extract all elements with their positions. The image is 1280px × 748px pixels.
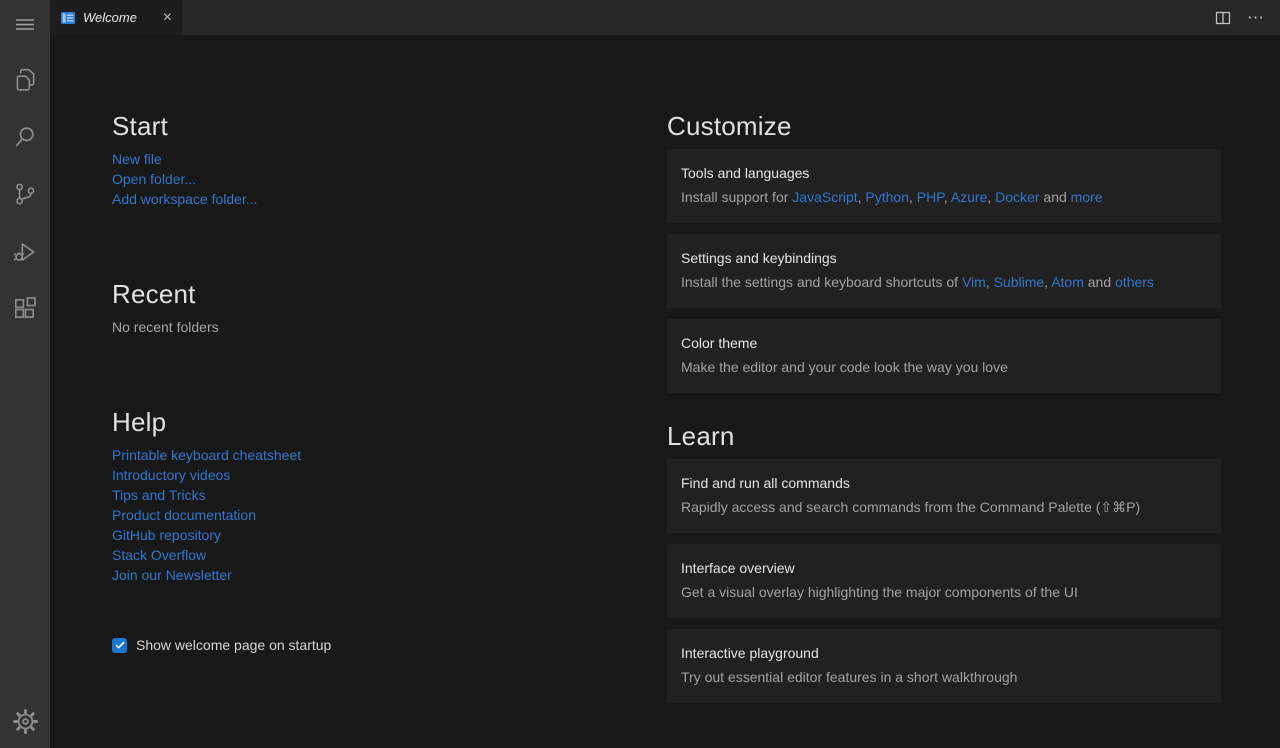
checkbox-checked-icon[interactable]	[112, 638, 127, 653]
source-control-icon	[12, 181, 38, 207]
welcome-right-column: Customize Tools and languages Install su…	[667, 111, 1221, 748]
tab-bar: Welcome × ⋯	[50, 0, 1280, 35]
card-description: Rapidly access and search commands from …	[681, 498, 1205, 516]
sidebar-item-extensions[interactable]	[0, 285, 50, 333]
recent-heading: Recent	[112, 279, 605, 309]
link-product-documentation[interactable]: Product documentation	[112, 505, 256, 525]
menu-icon	[13, 12, 37, 36]
welcome-page: Start New file Open folder... Add worksp…	[50, 35, 1280, 748]
card-title: Interface overview	[681, 559, 1205, 577]
menu-button[interactable]	[0, 0, 50, 48]
files-icon	[12, 67, 38, 93]
help-heading: Help	[112, 407, 605, 437]
learn-section: Learn Find and run all commands Rapidly …	[667, 421, 1221, 703]
welcome-left-column: Start New file Open folder... Add worksp…	[112, 111, 605, 748]
tab-title: Welcome	[83, 10, 137, 25]
card-description: Install the settings and keyboard shortc…	[681, 273, 1205, 291]
start-heading: Start	[112, 111, 605, 141]
help-section: Help Printable keyboard cheatsheet Intro…	[112, 407, 605, 585]
inline-link[interactable]: Azure	[951, 189, 988, 205]
card-title: Interactive playground	[681, 644, 1205, 662]
extensions-icon	[12, 296, 38, 322]
run-debug-icon	[12, 239, 38, 265]
link-keyboard-cheatsheet[interactable]: Printable keyboard cheatsheet	[112, 445, 301, 465]
sidebar-item-explorer[interactable]	[0, 56, 50, 104]
link-open-folder[interactable]: Open folder...	[112, 169, 196, 189]
close-tab-icon[interactable]: ×	[163, 10, 172, 26]
sidebar-item-search[interactable]	[0, 113, 50, 161]
split-editor-icon[interactable]	[1215, 10, 1231, 26]
no-recent-folders-text: No recent folders	[112, 317, 605, 337]
card-find-and-run-all-commands[interactable]: Find and run all commands Rapidly access…	[667, 459, 1221, 533]
welcome-file-icon	[60, 10, 76, 26]
inline-link[interactable]: more	[1071, 189, 1103, 205]
link-join-newsletter[interactable]: Join our Newsletter	[112, 565, 232, 585]
tab-welcome[interactable]: Welcome ×	[50, 0, 182, 35]
inline-link[interactable]: JavaScript	[792, 189, 857, 205]
link-tips-and-tricks[interactable]: Tips and Tricks	[112, 485, 206, 505]
settings-button[interactable]	[0, 697, 50, 745]
learn-heading: Learn	[667, 421, 1221, 451]
customize-heading: Customize	[667, 111, 1221, 141]
card-description: Make the editor and your code look the w…	[681, 358, 1205, 376]
card-tools-and-languages[interactable]: Tools and languages Install support for …	[667, 149, 1221, 223]
link-stack-overflow[interactable]: Stack Overflow	[112, 545, 206, 565]
card-description: Get a visual overlay highlighting the ma…	[681, 583, 1205, 601]
link-add-workspace-folder[interactable]: Add workspace folder...	[112, 189, 258, 209]
card-description: Install support for JavaScript, Python, …	[681, 188, 1205, 206]
link-introductory-videos[interactable]: Introductory videos	[112, 465, 230, 485]
startup-checkbox-row[interactable]: Show welcome page on startup	[112, 637, 331, 653]
start-section: Start New file Open folder... Add worksp…	[112, 111, 605, 209]
link-new-file[interactable]: New file	[112, 149, 162, 169]
card-description: Try out essential editor features in a s…	[681, 668, 1205, 686]
card-settings-and-keybindings[interactable]: Settings and keybindings Install the set…	[667, 234, 1221, 308]
editor-area: Welcome × ⋯ Start New file Open folder..…	[50, 0, 1280, 748]
more-actions-icon[interactable]: ⋯	[1247, 9, 1264, 26]
inline-link[interactable]: PHP	[917, 189, 944, 205]
card-title: Tools and languages	[681, 164, 1205, 182]
inline-link[interactable]: Docker	[995, 189, 1039, 205]
activity-bar	[0, 0, 50, 748]
inline-link[interactable]: Vim	[962, 274, 986, 290]
startup-checkbox-label: Show welcome page on startup	[136, 637, 331, 653]
sidebar-item-source-control[interactable]	[0, 170, 50, 218]
card-title: Color theme	[681, 334, 1205, 352]
vscode-window: Welcome × ⋯ Start New file Open folder..…	[0, 0, 1280, 748]
customize-section: Customize Tools and languages Install su…	[667, 111, 1221, 393]
inline-link[interactable]: others	[1115, 274, 1154, 290]
search-icon	[12, 124, 38, 150]
inline-link[interactable]: Sublime	[994, 274, 1045, 290]
recent-section: Recent No recent folders	[112, 279, 605, 337]
link-github-repository[interactable]: GitHub repository	[112, 525, 221, 545]
card-color-theme[interactable]: Color theme Make the editor and your cod…	[667, 319, 1221, 393]
card-interactive-playground[interactable]: Interactive playground Try out essential…	[667, 629, 1221, 703]
card-title: Find and run all commands	[681, 474, 1205, 492]
card-interface-overview[interactable]: Interface overview Get a visual overlay …	[667, 544, 1221, 618]
inline-link[interactable]: Python	[865, 189, 909, 205]
inline-link[interactable]: Atom	[1051, 274, 1084, 290]
card-title: Settings and keybindings	[681, 249, 1205, 267]
sidebar-item-run-debug[interactable]	[0, 228, 50, 276]
gear-icon	[12, 708, 39, 735]
editor-actions: ⋯	[1215, 0, 1280, 35]
